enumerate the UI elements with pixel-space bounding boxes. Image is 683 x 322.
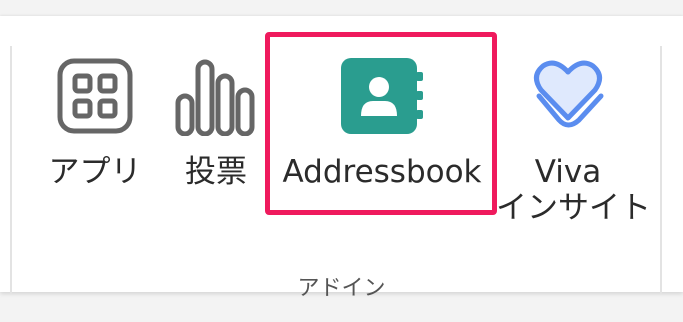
viva-insights-icon xyxy=(525,56,611,140)
viva-insights-label-line1: Viva xyxy=(534,154,602,190)
ribbon-panel: アプリ 投票 Addressbook Viva インサイト アドイン xyxy=(0,16,683,301)
addressbook-icon xyxy=(339,56,425,140)
poll-button-label: 投票 xyxy=(185,154,247,190)
apps-grid-icon xyxy=(55,56,135,140)
viva-insights-button[interactable]: Viva インサイト xyxy=(496,32,651,232)
poll-button[interactable]: 投票 xyxy=(170,32,262,232)
ribbon-separator-right xyxy=(660,46,662,294)
addressbook-button-label: Addressbook xyxy=(282,154,482,190)
ribbon-separator-left xyxy=(10,46,12,294)
apps-button[interactable]: アプリ xyxy=(40,32,150,232)
addins-group-label: アドイン xyxy=(297,276,386,301)
poll-bars-icon xyxy=(174,56,258,140)
addressbook-button[interactable]: Addressbook xyxy=(272,32,492,232)
apps-button-label: アプリ xyxy=(48,154,142,190)
viva-insights-label-line2: インサイト xyxy=(496,190,651,226)
